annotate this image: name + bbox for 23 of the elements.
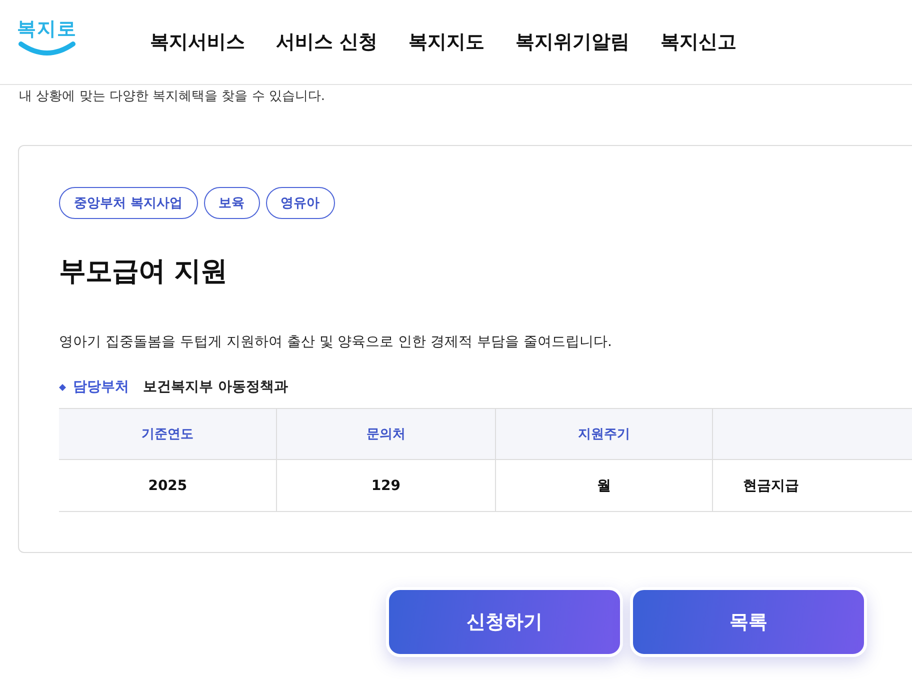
table-cell: 2025 <box>59 460 277 512</box>
category-tag: 중앙부처 복지사업 <box>59 187 198 219</box>
table-header: 지원주기 <box>495 408 713 460</box>
table-cell: 129 <box>276 460 495 512</box>
action-button[interactable]: 신청하기 <box>386 587 623 657</box>
department-value: 보건복지부 아동정책과 <box>143 378 288 396</box>
table-cell: 현금지급 <box>712 460 912 512</box>
intro-text: 내 상황에 맞는 다양한 복지혜택을 찾을 수 있습니다. <box>19 89 326 105</box>
nav-link[interactable]: 복지서비스 <box>150 29 245 55</box>
table-header: 문의처 <box>276 408 495 460</box>
nav-link[interactable]: 복지신고 <box>660 29 737 55</box>
nav-link[interactable]: 복지위기알림 <box>516 29 630 55</box>
department-label: 담당부처 <box>73 378 129 396</box>
category-tag: 보육 <box>204 187 260 219</box>
diamond-icon <box>59 384 66 390</box>
service-title: 부모급여 지원 <box>59 255 228 289</box>
nav-link[interactable]: 서비스 신청 <box>276 29 378 55</box>
table-header: 기준연도 <box>59 408 277 460</box>
service-description: 영아기 집중돌봄을 두텁게 지원하여 출산 및 양육으로 인한 경제적 부담을 줄여드립니다. <box>59 333 613 351</box>
nav-link[interactable]: 복지지도 <box>408 29 485 55</box>
category-tag: 영유아 <box>266 187 335 219</box>
action-button[interactable]: 목록 <box>630 587 867 657</box>
table-cell: 월 <box>495 460 713 512</box>
